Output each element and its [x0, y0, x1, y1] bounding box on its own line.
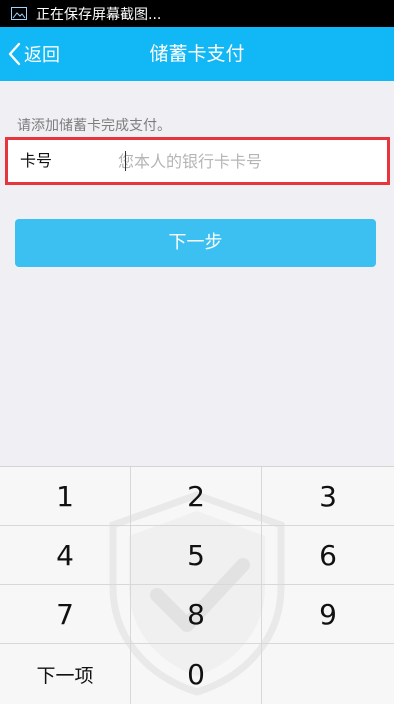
text-cursor — [125, 151, 126, 171]
numeric-keypad: 1 2 3 4 5 6 7 8 9 下一项 0 — [0, 466, 394, 704]
key-9[interactable]: 9 — [262, 585, 394, 644]
back-button[interactable]: 返回 — [8, 27, 60, 81]
chevron-left-icon — [8, 42, 21, 66]
status-text: 正在保存屏幕截图... — [36, 6, 162, 23]
image-icon — [11, 7, 27, 20]
key-6[interactable]: 6 — [262, 526, 394, 585]
next-step-button[interactable]: 下一步 — [15, 219, 376, 267]
key-1[interactable]: 1 — [0, 467, 131, 526]
key-3[interactable]: 3 — [262, 467, 394, 526]
form-hint: 请添加储蓄卡完成支付。 — [17, 118, 171, 134]
nav-bar: 返回 储蓄卡支付 — [0, 27, 394, 81]
key-7[interactable]: 7 — [0, 585, 131, 644]
next-field-key[interactable]: 下一项 — [0, 644, 131, 704]
back-label: 返回 — [24, 45, 60, 66]
key-4[interactable]: 4 — [0, 526, 131, 585]
key-8[interactable]: 8 — [131, 585, 262, 644]
key-0[interactable]: 0 — [131, 644, 262, 704]
card-number-field[interactable]: 卡号 — [5, 137, 390, 185]
empty-key — [262, 644, 394, 704]
status-bar: 正在保存屏幕截图... — [0, 0, 394, 27]
card-number-input[interactable] — [118, 146, 373, 176]
key-5[interactable]: 5 — [131, 526, 262, 585]
key-2[interactable]: 2 — [131, 467, 262, 526]
card-number-label: 卡号 — [20, 151, 53, 170]
